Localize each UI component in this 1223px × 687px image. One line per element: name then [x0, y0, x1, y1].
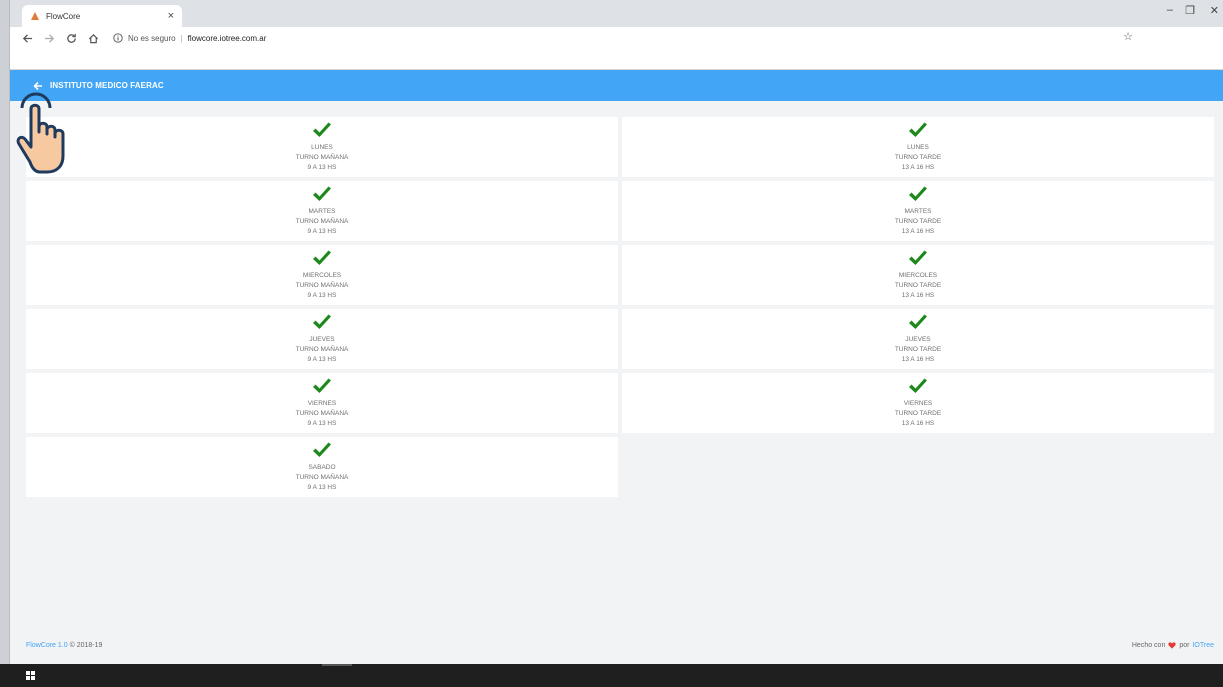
maximize-icon[interactable]: ❐: [1185, 4, 1195, 17]
shift-name: TURNO MAÑANA: [295, 410, 349, 417]
footer-brand-link[interactable]: FlowCore 1.0: [26, 642, 68, 649]
shift-hours: 9 A 13 HS: [307, 484, 337, 491]
tab-strip: FlowCore × – ❐ ✕: [10, 0, 1223, 27]
taskbar-indicator: [322, 664, 352, 666]
shift-hours: 9 A 13 HS: [307, 356, 337, 363]
shift-day: LUNES: [907, 144, 929, 151]
shift-day: LUNES: [311, 144, 333, 151]
shift-card[interactable]: MIERCOLES TURNO MAÑANA 9 A 13 HS: [26, 245, 618, 305]
url-text[interactable]: flowcore.iotree.com.ar: [188, 34, 267, 43]
shift-grid: LUNES TURNO MAÑANA 9 A 13 HS LUNES TURNO TAR…: [26, 117, 1214, 497]
browser-tab[interactable]: FlowCore ×: [22, 5, 182, 27]
shift-card[interactable]: VIERNES TURNO MAÑANA 9 A 13 HS: [26, 373, 618, 433]
home-icon[interactable]: [84, 29, 102, 47]
browser-toolbar: No es seguro | flowcore.iotree.com.ar ☆: [10, 27, 1223, 49]
shift-day: MIERCOLES: [898, 272, 938, 279]
shift-hours: 9 A 13 HS: [307, 164, 337, 171]
shift-day: MIERCOLES: [302, 272, 342, 279]
shift-name: TURNO MAÑANA: [295, 154, 349, 161]
reload-icon[interactable]: [62, 29, 80, 47]
info-icon[interactable]: [112, 32, 124, 44]
address-separator: |: [180, 33, 183, 43]
shift-card[interactable]: MARTES TURNO MAÑANA 9 A 13 HS: [26, 181, 618, 241]
shift-day: MARTES: [904, 208, 932, 215]
shift-card[interactable]: MIERCOLES TURNO TARDE 13 A 16 HS: [622, 245, 1214, 305]
tab-title: FlowCore: [46, 11, 81, 21]
shift-name: TURNO TARDE: [894, 282, 942, 289]
checkmark-icon: [909, 314, 927, 329]
shift-card[interactable]: SABADO TURNO MAÑANA 9 A 13 HS: [26, 437, 618, 497]
checkmark-icon: [909, 122, 927, 137]
checkmark-icon: [909, 250, 927, 265]
footer-by: por: [1179, 642, 1190, 649]
checkmark-icon: [313, 442, 331, 457]
footer-left: FlowCore 1.0 © 2018-19: [26, 642, 102, 649]
back-nav-icon[interactable]: [18, 29, 36, 47]
checkmark-icon: [909, 378, 927, 393]
footer-copyright: © 2018-19: [69, 642, 103, 649]
shift-name: TURNO MAÑANA: [295, 346, 349, 353]
bookmarks-area: [10, 49, 1223, 70]
shift-name: TURNO TARDE: [894, 154, 942, 161]
shift-card[interactable]: JUEVES TURNO TARDE 13 A 16 HS: [622, 309, 1214, 369]
shift-hours: 13 A 16 HS: [901, 228, 935, 235]
shift-hours: 9 A 13 HS: [307, 228, 337, 235]
checkmark-icon: [313, 314, 331, 329]
shift-hours: 13 A 16 HS: [901, 164, 935, 171]
shift-name: TURNO MAÑANA: [295, 218, 349, 225]
shift-day: JUEVES: [309, 336, 335, 343]
forward-nav-icon[interactable]: [40, 29, 58, 47]
footer-company-link[interactable]: IOTree: [1192, 642, 1214, 649]
checkmark-icon: [313, 250, 331, 265]
app-header: INSTITUTO MEDICO FAERAC: [10, 70, 1223, 101]
checkmark-icon: [909, 186, 927, 201]
shift-hours: 13 A 16 HS: [901, 292, 935, 299]
shift-name: TURNO MAÑANA: [295, 282, 349, 289]
favicon-icon: [30, 11, 40, 21]
minimize-icon[interactable]: –: [1167, 4, 1173, 16]
bookmark-star-icon[interactable]: ☆: [1123, 30, 1133, 43]
shift-day: SABADO: [308, 464, 336, 471]
shift-day: JUEVES: [905, 336, 931, 343]
checkmark-icon: [313, 186, 331, 201]
shift-day: VIERNES: [307, 400, 337, 407]
shift-hours: 13 A 16 HS: [901, 356, 935, 363]
shift-card[interactable]: LUNES TURNO TARDE 13 A 16 HS: [622, 117, 1214, 177]
shift-hours: 9 A 13 HS: [307, 292, 337, 299]
security-text: No es seguro: [128, 33, 176, 43]
arrow-left-icon[interactable]: [32, 80, 44, 92]
shift-hours: 9 A 13 HS: [307, 420, 337, 427]
shift-name: TURNO MAÑANA: [295, 474, 349, 481]
shift-card[interactable]: VIERNES TURNO TARDE 13 A 16 HS: [622, 373, 1214, 433]
shift-day: VIERNES: [903, 400, 933, 407]
left-window-edge: [0, 0, 10, 664]
checkmark-icon: [313, 378, 331, 393]
shift-name: TURNO TARDE: [894, 346, 942, 353]
tab-close-icon[interactable]: ×: [168, 10, 174, 22]
shift-day: MARTES: [308, 208, 336, 215]
heart-icon: [1168, 642, 1177, 649]
footer-made-with: Hecho con: [1131, 642, 1166, 649]
shift-card[interactable]: MARTES TURNO TARDE 13 A 16 HS: [622, 181, 1214, 241]
page-title: INSTITUTO MEDICO FAERAC: [50, 81, 164, 90]
shift-name: TURNO TARDE: [894, 410, 942, 417]
footer-right: Hecho con por IOTree: [1132, 642, 1214, 649]
windows-start-icon[interactable]: [26, 671, 36, 681]
shift-hours: 13 A 16 HS: [901, 420, 935, 427]
shift-card[interactable]: LUNES TURNO MAÑANA 9 A 13 HS: [26, 117, 618, 177]
os-taskbar: [0, 664, 1223, 687]
address-bar[interactable]: No es seguro | flowcore.iotree.com.ar: [112, 29, 266, 47]
shift-name: TURNO TARDE: [894, 218, 942, 225]
shift-card[interactable]: JUEVES TURNO MAÑANA 9 A 13 HS: [26, 309, 618, 369]
checkmark-icon: [313, 122, 331, 137]
window-close-icon[interactable]: ✕: [1210, 4, 1219, 17]
